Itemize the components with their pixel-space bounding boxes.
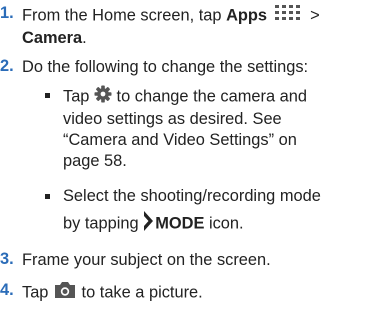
step-number: 2. <box>0 57 14 75</box>
gear-icon <box>94 85 112 109</box>
step-text: From the Home screen, tap Apps > Camera. <box>22 4 320 49</box>
step-number: 4. <box>0 281 14 299</box>
chevron-right-icon <box>143 210 155 238</box>
bullet-marker <box>45 93 50 98</box>
step-number: 3. <box>0 250 14 268</box>
step-text: Frame your subject on the screen. <box>22 251 271 269</box>
step-text: Tap to take a picture. <box>22 281 203 305</box>
step-text: Do the following to change the settings: <box>22 58 309 76</box>
apps-grid-icon <box>274 4 304 28</box>
bullet-item-1: Tap to change the camera and video setti… <box>63 85 307 172</box>
bullet-marker <box>45 194 50 199</box>
camera-icon <box>53 281 77 305</box>
bullet-item-2: Select the shooting/recording mode by ta… <box>63 186 321 238</box>
step-number: 1. <box>0 4 14 22</box>
